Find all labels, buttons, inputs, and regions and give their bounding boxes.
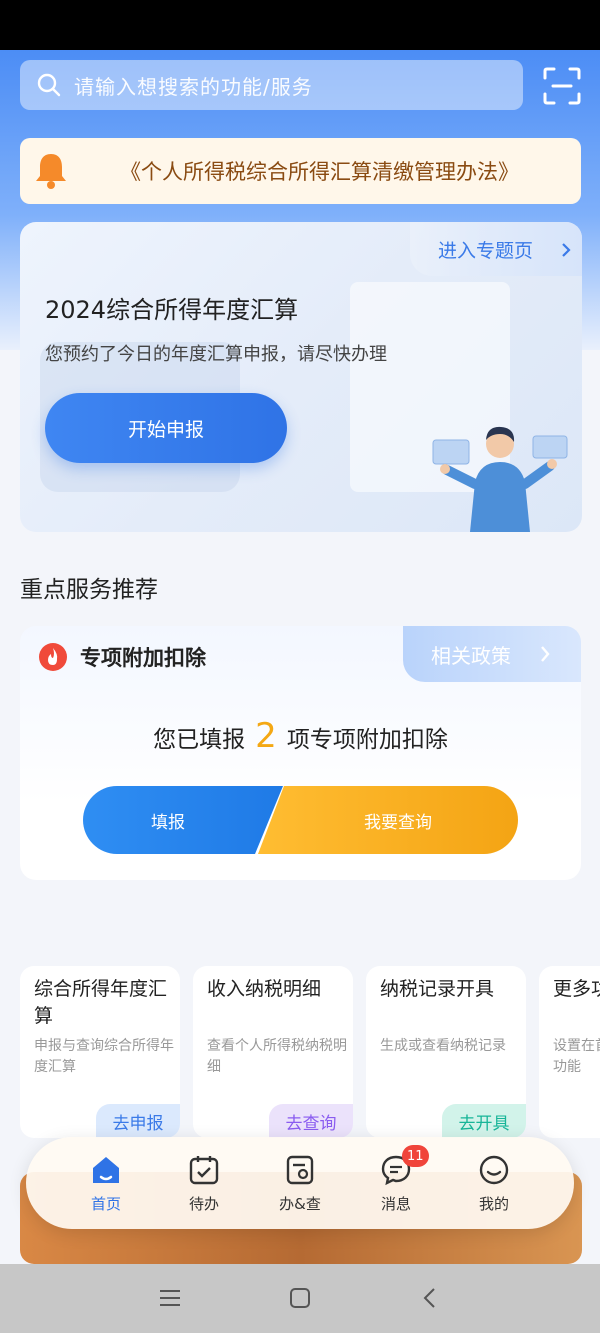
deduction-summary: 您已填报 2 项专项附加扣除 [20, 716, 581, 756]
hero-subtitle: 您预约了今日的年度汇算申报，请尽快办理 [45, 344, 387, 365]
service-card-body: 综合所得年度汇算 申报与查询综合所得年度汇算 去申报 [20, 966, 180, 1138]
search-input[interactable]: 请输入想搜索的功能/服务 [20, 60, 523, 110]
message-badge: 11 [402, 1145, 429, 1167]
deduction-count: 2 [255, 716, 277, 756]
chevron-right-icon [541, 646, 550, 662]
service-name: 综合所得年度汇算 [34, 978, 168, 1027]
tab-todo[interactable]: 待办 [174, 1153, 234, 1219]
smile-icon [479, 1155, 509, 1185]
home-square-icon[interactable] [288, 1286, 312, 1310]
tab-label: 办&查 [279, 1195, 321, 1213]
go-file-tag[interactable]: 去申报 [96, 1104, 180, 1138]
go-query-tag[interactable]: 去查询 [269, 1104, 353, 1138]
summary-prefix: 您已填报 [153, 727, 246, 753]
service-desc: 生成或查看纳税记录 [380, 1038, 506, 1054]
topic-page-link[interactable]: 进入专题页 [410, 222, 582, 276]
fill-report-button[interactable]: 填报 [83, 786, 283, 854]
back-icon[interactable] [418, 1286, 442, 1310]
tab-label: 消息 [380, 1195, 411, 1213]
annual-tax-hero-card: 进入专题页 2024综合所得年度汇算 您预约了今日的年度汇算申报，请尽快办理 开… [20, 222, 582, 532]
hero-title: 2024综合所得年度汇算 [45, 296, 299, 324]
search-icon [37, 73, 61, 97]
query-button[interactable]: 我要查询 [258, 786, 518, 854]
service-card-body: ¥ 收入纳税明细 查看个人所得税纳税明细 去查询 [193, 966, 353, 1138]
system-navigation-bar [0, 1264, 600, 1333]
tab-label: 我的 [478, 1195, 509, 1213]
summary-suffix: 项专项附加扣除 [286, 727, 448, 753]
service-desc: 申报与查询综合所得年度汇算 [34, 1038, 174, 1075]
flame-icon [39, 643, 67, 671]
chevron-right-icon [562, 243, 571, 257]
topic-link-label: 进入专题页 [438, 239, 534, 262]
service-name: 纳税记录开具 [380, 978, 495, 1000]
tab-mine[interactable]: 我的 [464, 1153, 524, 1219]
tab-label: 待办 [188, 1195, 219, 1213]
policy-link-label: 相关政策 [431, 643, 511, 668]
special-deduction-card: 专项附加扣除 相关政策 您已填报 2 项专项附加扣除 填报 我要查询 [20, 626, 581, 880]
service-name: 更多功能 [553, 978, 600, 1000]
service-card-body: 更多功能 设置在首页展示的常用功能 [539, 966, 600, 1138]
service-card-body: 纳税记录开具 生成或查看纳税记录 去开具 [366, 966, 526, 1138]
service-name: 收入纳税明细 [207, 978, 322, 1000]
related-policy-link[interactable]: 相关政策 [403, 626, 581, 682]
go-issue-tag[interactable]: 去开具 [442, 1104, 526, 1138]
tab-label: 首页 [90, 1195, 121, 1213]
home-icon [93, 1157, 119, 1183]
tab-home[interactable]: 首页 [76, 1153, 136, 1219]
service-card-more[interactable]: 更多功能 设置在首页展示的常用功能 [539, 912, 600, 1138]
person-illustration [432, 426, 568, 532]
bottom-tabbar: 首页 待办 办&查 11 消息 我的 [26, 1137, 574, 1229]
notice-text: 《个人所得税综合所得汇算清缴管理办法》 [120, 160, 519, 184]
start-filing-button[interactable]: 开始申报 [45, 393, 287, 463]
calendar-check-icon [189, 1156, 219, 1185]
tab-handle-query[interactable]: 办&查 [270, 1153, 330, 1219]
search-placeholder: 请输入想搜索的功能/服务 [74, 74, 313, 99]
deduction-title: 专项附加扣除 [80, 646, 206, 670]
section-title: 重点服务推荐 [20, 577, 158, 603]
document-search-icon [286, 1155, 314, 1185]
status-bar [0, 0, 600, 50]
tab-messages[interactable]: 11 消息 [366, 1145, 429, 1219]
bell-icon [36, 154, 66, 189]
scan-icon[interactable] [542, 66, 582, 106]
menu-icon[interactable] [158, 1286, 182, 1310]
service-desc: 查看个人所得税纳税明细 [207, 1038, 347, 1075]
service-desc: 设置在首页展示的常用功能 [553, 1038, 600, 1075]
notice-bar[interactable]: 《个人所得税综合所得汇算清缴管理办法》 [20, 138, 581, 204]
